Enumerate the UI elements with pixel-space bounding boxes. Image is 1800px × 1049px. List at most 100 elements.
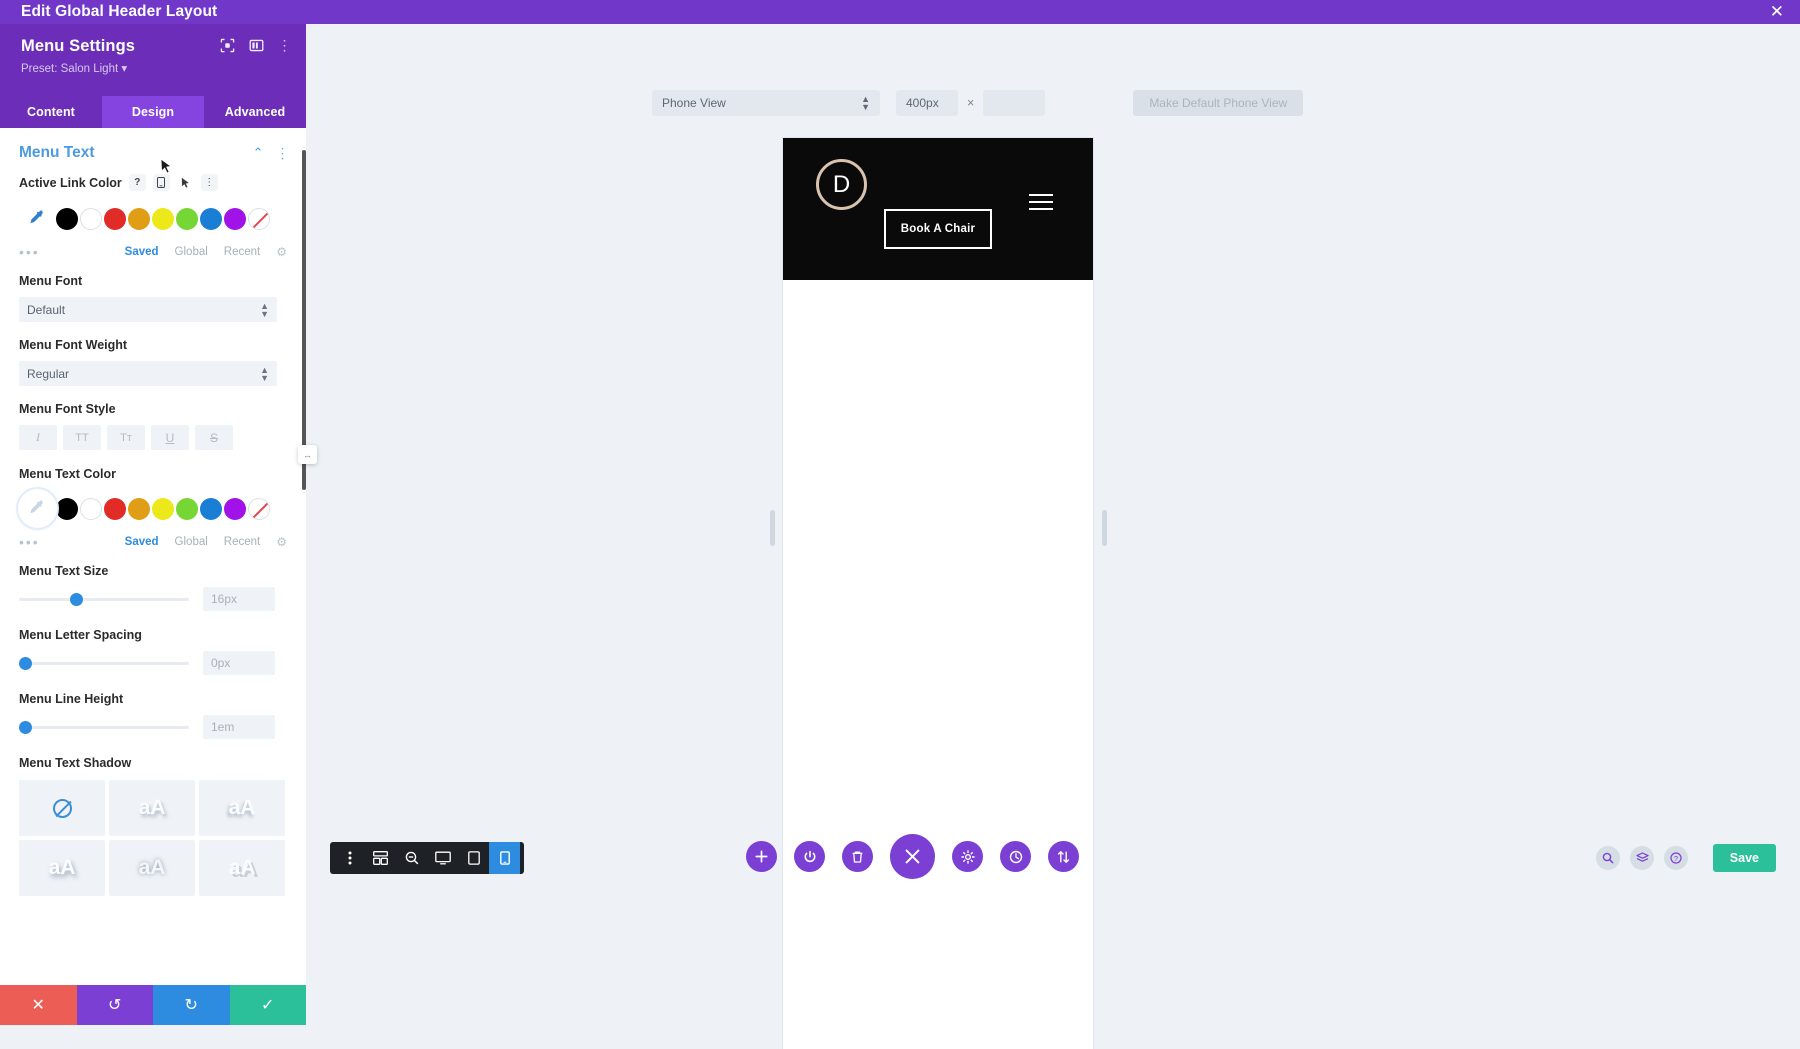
menu-line-height-input[interactable]: 1em — [203, 715, 275, 739]
redo-button[interactable]: ↻ — [153, 985, 230, 1025]
palette-tab-recent[interactable]: Recent — [224, 536, 260, 548]
close-builder-button[interactable] — [890, 834, 935, 879]
zoom-out-icon[interactable] — [396, 842, 427, 874]
shadow-preset-3[interactable]: aA — [19, 840, 105, 896]
slider-track[interactable] — [19, 720, 189, 734]
layers-icon[interactable] — [1630, 846, 1654, 870]
power-toggle-button[interactable] — [794, 841, 825, 872]
wireframe-view-icon[interactable] — [365, 842, 396, 874]
swatch-blue[interactable] — [200, 497, 222, 520]
tab-design[interactable]: Design — [102, 96, 204, 128]
swatch-black[interactable] — [56, 497, 78, 520]
menu-font-select[interactable]: Default ▲ ▼ — [19, 297, 277, 322]
tab-content[interactable]: Content — [0, 96, 102, 128]
palette-tab-saved[interactable]: Saved — [125, 536, 159, 548]
field-kebab-menu-icon[interactable]: ⋮ — [200, 174, 218, 191]
swatch-purple[interactable] — [224, 497, 246, 520]
book-a-chair-button[interactable]: Book A Chair — [884, 209, 992, 249]
slider-track[interactable] — [19, 592, 189, 606]
shadow-preset-4[interactable]: aA — [109, 840, 195, 896]
slider-knob[interactable] — [70, 592, 83, 606]
cancel-button[interactable]: ✕ — [0, 985, 77, 1025]
shadow-preset-none[interactable] — [19, 780, 105, 836]
palette-more-icon[interactable]: ••• — [19, 534, 109, 550]
gear-icon[interactable]: ⚙ — [276, 535, 287, 549]
make-default-phone-view-button[interactable]: Make Default Phone View — [1133, 90, 1304, 116]
swatch-transparent[interactable] — [248, 497, 270, 520]
shadow-preset-1[interactable]: aA — [109, 780, 195, 836]
layout-columns-icon[interactable] — [249, 38, 264, 53]
search-magnifier-icon[interactable] — [1596, 846, 1620, 870]
eyedropper-icon[interactable] — [19, 490, 56, 527]
menu-letter-spacing-input[interactable]: 0px — [203, 651, 275, 675]
swatch-red[interactable] — [104, 207, 126, 230]
save-button[interactable]: Save — [1712, 844, 1776, 872]
shadow-preset-5[interactable]: aA — [199, 840, 285, 896]
swatch-transparent[interactable] — [248, 207, 270, 230]
mobile-icon[interactable] — [152, 174, 170, 191]
confirm-button[interactable]: ✓ — [229, 985, 306, 1025]
italic-button[interactable]: I — [19, 425, 57, 450]
settings-gear-button[interactable] — [952, 841, 983, 872]
phone-view-icon[interactable] — [489, 842, 520, 874]
chevron-up-icon[interactable]: ⌃ — [253, 145, 264, 161]
swatch-black[interactable] — [56, 207, 78, 230]
strikethrough-button[interactable]: S — [195, 425, 233, 450]
add-section-button[interactable] — [746, 841, 777, 872]
palette-tab-global[interactable]: Global — [175, 536, 208, 548]
site-header-module[interactable]: D Book A Chair — [783, 138, 1093, 280]
help-icon[interactable]: ? — [1664, 846, 1688, 870]
hover-cursor-icon[interactable] — [177, 174, 194, 191]
trash-button[interactable] — [842, 841, 873, 872]
swatch-orange[interactable] — [128, 207, 150, 230]
underline-button[interactable]: U — [151, 425, 189, 450]
uppercase-button[interactable]: TT — [63, 425, 101, 450]
swatch-purple[interactable] — [224, 207, 246, 230]
swatch-green[interactable] — [176, 497, 198, 520]
slider-knob[interactable] — [19, 720, 32, 734]
settings-body: Menu Text ⌃ ⋮ Active Link Color ? ⋮ ••• … — [0, 128, 306, 985]
toolbar-kebab-menu-icon[interactable] — [334, 842, 365, 874]
palette-tab-recent[interactable]: Recent — [224, 246, 260, 258]
tab-advanced[interactable]: Advanced — [204, 96, 306, 128]
site-logo[interactable]: D — [816, 159, 867, 210]
viewport-width-input[interactable]: 400px — [896, 90, 958, 116]
swatch-yellow[interactable] — [152, 497, 174, 520]
close-icon[interactable]: ✕ — [1770, 1, 1784, 23]
menu-text-size-input[interactable]: 16px — [203, 587, 275, 611]
preview-resize-handle-left[interactable] — [770, 510, 775, 546]
panel-resize-handle[interactable]: ↔ — [298, 445, 317, 464]
expand-icon[interactable] — [220, 38, 235, 53]
eyedropper-icon[interactable] — [19, 200, 56, 237]
swatch-white[interactable] — [80, 207, 102, 230]
hamburger-menu-icon[interactable] — [1029, 194, 1053, 210]
help-icon[interactable]: ? — [128, 174, 146, 191]
section-kebab-menu-icon[interactable]: ⋮ — [276, 145, 291, 162]
menu-font-weight-select[interactable]: Regular ▲ ▼ — [19, 361, 277, 386]
swatch-blue[interactable] — [200, 207, 222, 230]
palette-tab-global[interactable]: Global — [175, 246, 208, 258]
swatch-orange[interactable] — [128, 497, 150, 520]
panel-kebab-menu-icon[interactable]: ⋮ — [278, 37, 293, 54]
swatch-white[interactable] — [80, 497, 102, 520]
viewport-height-input[interactable] — [983, 90, 1046, 116]
swatch-green[interactable] — [176, 207, 198, 230]
palette-tab-saved[interactable]: Saved — [125, 246, 159, 258]
slider-knob[interactable] — [19, 656, 32, 670]
swatch-yellow[interactable] — [152, 207, 174, 230]
palette-more-icon[interactable]: ••• — [19, 244, 109, 260]
shadow-preset-2[interactable]: aA — [199, 780, 285, 836]
tablet-view-icon[interactable] — [458, 842, 489, 874]
capitalize-button[interactable]: Tт — [107, 425, 145, 450]
slider-track[interactable] — [19, 656, 189, 670]
history-button[interactable] — [1000, 841, 1031, 872]
swatch-red[interactable] — [104, 497, 126, 520]
field-label: Menu Font — [19, 274, 83, 288]
viewport-mode-select[interactable]: Phone View ▲ ▼ — [652, 90, 880, 116]
portability-button[interactable] — [1048, 841, 1079, 872]
preview-resize-handle-right[interactable] — [1102, 510, 1107, 546]
preset-selector[interactable]: Preset: Salon Light ▾ — [21, 61, 306, 75]
desktop-view-icon[interactable] — [427, 842, 458, 874]
gear-icon[interactable]: ⚙ — [276, 245, 287, 259]
undo-button[interactable]: ↺ — [76, 985, 153, 1025]
